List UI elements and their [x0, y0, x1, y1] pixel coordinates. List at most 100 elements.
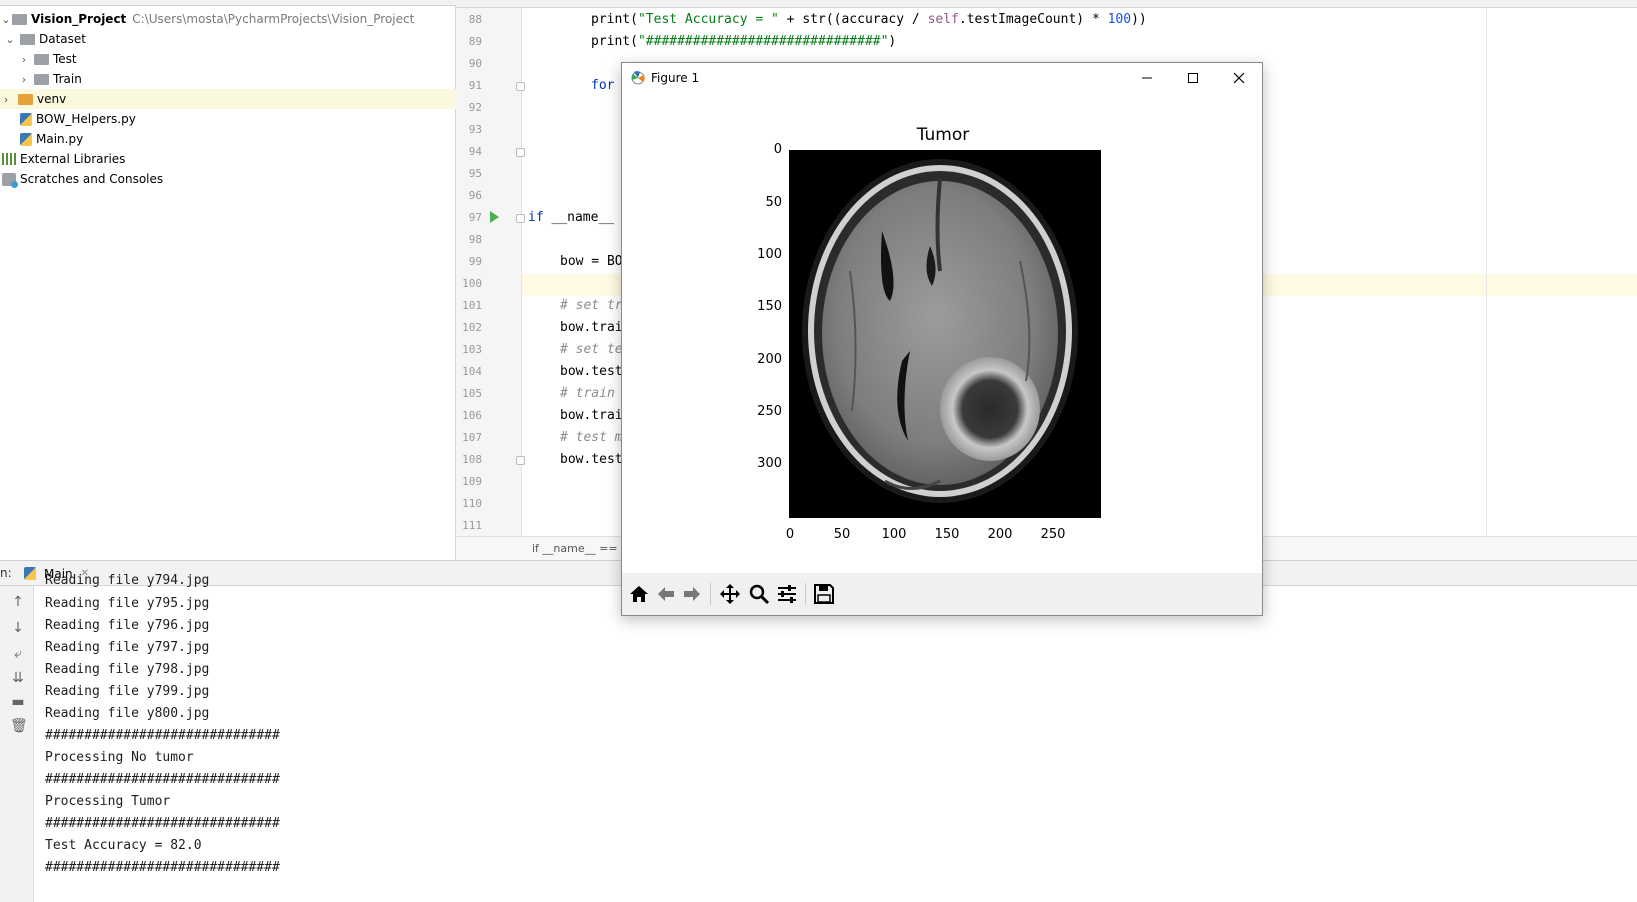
project-name: Vision_Project [31, 12, 127, 26]
configure-subplots-button[interactable] [774, 581, 800, 607]
pan-icon [720, 584, 740, 604]
toolbar-divider [805, 583, 806, 605]
tree-item-test[interactable]: › Test [0, 49, 456, 69]
python-file-icon [24, 567, 36, 580]
y-tick-label: 0 [773, 142, 782, 157]
line-number: 97 [468, 211, 482, 224]
line-number: 94 [468, 145, 482, 158]
toolbar-divider [710, 583, 711, 605]
save-button[interactable] [811, 581, 837, 607]
code-self: self [927, 12, 959, 27]
code-line-99[interactable]: bow = BO [560, 251, 623, 273]
project-panel: ⌄ Vision_Project C:\Users\mosta\PycharmP… [0, 0, 456, 560]
arrow-up-icon[interactable]: ↑ [10, 594, 26, 610]
console-line: Reading file y798.jpg [45, 662, 210, 677]
code-line-103[interactable]: # set te [560, 339, 623, 361]
chevron-right-icon[interactable]: › [18, 73, 30, 86]
line-number: 101 [462, 299, 482, 312]
line-number: 111 [462, 519, 482, 532]
folder-icon [34, 73, 49, 85]
tree-root-vision-project[interactable]: ⌄ Vision_Project C:\Users\mosta\PycharmP… [0, 9, 456, 29]
y-tick-label: 300 [757, 456, 782, 471]
close-button[interactable] [1216, 63, 1262, 93]
code-line-104[interactable]: bow.test [560, 361, 623, 383]
console-line: ############################## [45, 772, 280, 787]
tree-item-dataset[interactable]: ⌄ Dataset [0, 29, 456, 49]
tree-item-bow-helpers[interactable]: BOW_Helpers.py [0, 109, 456, 129]
tree-item-venv[interactable]: › venv [0, 89, 456, 109]
code-line-105[interactable]: # train [560, 383, 615, 405]
code-line-107[interactable]: # test m [560, 427, 623, 449]
line-number: 110 [462, 497, 482, 510]
figure-titlebar[interactable]: Figure 1 [622, 63, 1262, 93]
library-icon [2, 153, 16, 165]
home-icon [630, 586, 648, 602]
console-line: Reading file y799.jpg [45, 684, 210, 699]
code-line-89[interactable]: print("##############################") [591, 31, 896, 53]
line-number: 98 [468, 233, 482, 246]
chevron-right-icon[interactable]: › [0, 93, 12, 106]
back-button[interactable] [653, 581, 679, 607]
tree-item-scratches[interactable]: Scratches and Consoles [0, 169, 456, 189]
chevron-down-icon[interactable]: ⌄ [0, 13, 12, 26]
plot-title: Tumor [916, 125, 970, 145]
zoom-button[interactable] [746, 581, 772, 607]
folder-icon [34, 53, 49, 65]
x-tick-label: 150 [934, 527, 960, 542]
code-string: "Test Accuracy = " [637, 12, 779, 27]
code-token: + str((accuracy / [778, 12, 928, 27]
x-tick-label: 200 [987, 527, 1013, 542]
zoom-icon [749, 584, 770, 605]
console-line: ############################## [45, 860, 280, 875]
fold-marker-icon[interactable] [516, 82, 525, 91]
soft-wrap-icon[interactable]: ⤶ [10, 646, 26, 662]
code-line-97[interactable]: if __name__ [528, 207, 614, 229]
line-number: 93 [468, 123, 482, 136]
tree-item-external-libraries[interactable]: External Libraries [0, 149, 456, 169]
code-line-108[interactable]: bow.test [560, 449, 623, 471]
code-token: )) [1131, 12, 1147, 27]
forward-button[interactable] [679, 581, 705, 607]
tree-item-train[interactable]: › Train [0, 69, 456, 89]
chevron-right-icon[interactable]: › [18, 53, 30, 66]
tree-item-main-py[interactable]: Main.py [0, 129, 456, 149]
fold-marker-icon[interactable] [516, 456, 525, 465]
console-line: Reading file y796.jpg [45, 618, 210, 633]
console-line: Reading file y797.jpg [45, 640, 210, 655]
code-line-101[interactable]: # set tr [560, 295, 623, 317]
folder-icon [20, 33, 35, 45]
fold-marker-icon[interactable] [516, 214, 525, 223]
line-number: 109 [462, 475, 482, 488]
fold-marker-icon[interactable] [516, 148, 525, 157]
chevron-down-icon[interactable]: ⌄ [4, 33, 16, 46]
console-line: Test Accuracy = 82.0 [45, 838, 202, 853]
scroll-to-end-icon[interactable]: ⇊ [10, 670, 26, 686]
home-button[interactable] [626, 581, 652, 607]
line-number: 104 [462, 365, 482, 378]
figure-toolbar [622, 573, 1262, 615]
line-number: 107 [462, 431, 482, 444]
right-margin-guide [1486, 8, 1487, 536]
minimize-button[interactable] [1124, 63, 1170, 93]
line-number: 108 [462, 453, 482, 466]
breadcrumb[interactable]: if __name__ == '_ [532, 542, 630, 555]
python-file-icon [20, 112, 32, 126]
code-keyword: if [528, 210, 544, 225]
tree-item-label: Scratches and Consoles [20, 172, 164, 186]
code-line-88[interactable]: print("Test Accuracy = " + str((accuracy… [591, 9, 1147, 31]
code-line-106[interactable]: bow.trai [560, 405, 623, 427]
line-number: 92 [468, 101, 482, 114]
run-gutter-icon[interactable] [490, 211, 499, 223]
code-line-102[interactable]: bow.trai [560, 317, 623, 339]
trash-icon[interactable]: 🗑 [10, 718, 28, 734]
maximize-button[interactable] [1170, 63, 1216, 93]
code-token: ) [888, 34, 897, 49]
print-icon[interactable]: ▬ [10, 694, 26, 710]
matplotlib-figure-window[interactable]: Figure 1 Tumor 0 50 100 150 200 250 300 … [621, 62, 1263, 616]
x-tick-label: 250 [1040, 527, 1066, 542]
arrow-down-icon[interactable]: ↓ [10, 620, 26, 636]
run-label: n: [0, 566, 12, 580]
code-token: __name__ [543, 210, 615, 225]
pan-button[interactable] [717, 581, 743, 607]
code-line-91[interactable]: for [591, 75, 614, 97]
